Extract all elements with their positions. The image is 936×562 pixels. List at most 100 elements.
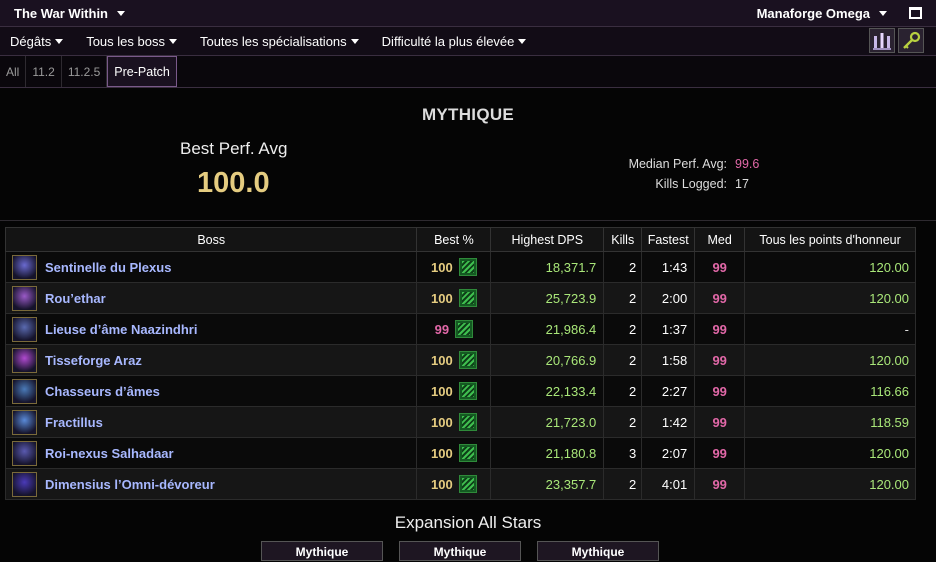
col-dps[interactable]: Highest DPS	[490, 227, 605, 252]
highest-dps: 21,986.4	[490, 313, 605, 345]
allstars-tab[interactable]: Mythique	[261, 541, 383, 561]
honor-points: 116.66	[744, 375, 916, 407]
honor-points: -	[744, 313, 916, 345]
chevron-down-icon	[350, 38, 359, 44]
raid-icon[interactable]	[869, 28, 895, 53]
boss-name-link[interactable]: Chasseurs d’âmes	[45, 384, 160, 399]
table-row[interactable]: Chasseurs d’âmes 100 22,133.4 2 2:27 99 116.66	[4, 375, 916, 407]
table-row[interactable]: Sentinelle du Plexus 100 18,371.7 2 1:43 99 12…	[4, 251, 916, 283]
allstars-tab[interactable]: Mythique	[399, 541, 521, 561]
chevron-down-icon	[879, 10, 887, 16]
boss-cell: Dimensius l’Omni-dévoreur	[4, 468, 418, 500]
boss-cell: Rou’ethar	[4, 282, 418, 314]
boss-name-link[interactable]: Roi-nexus Salhadaar	[45, 446, 174, 461]
median-percent: 99	[694, 313, 746, 345]
boss-name-link[interactable]: Sentinelle du Plexus	[45, 260, 171, 275]
boss-name-link[interactable]: Rou’ethar	[45, 291, 106, 306]
highest-dps: 21,180.8	[490, 437, 605, 469]
report-icon[interactable]	[458, 413, 477, 431]
tab-pre-patch[interactable]: Pre-Patch	[107, 56, 177, 87]
filter-spec[interactable]: Toutes les spécialisations	[200, 34, 359, 49]
filter-boss[interactable]: Tous les boss	[86, 34, 177, 49]
boss-portrait-icon	[12, 378, 37, 404]
kills-value: 17	[735, 177, 749, 191]
table-row[interactable]: Tisseforge Araz 100 20,766.9 2 1:58 99 120.00	[4, 344, 916, 376]
filter-label: Difficulté la plus élevée	[381, 33, 515, 49]
honor-points: 120.00	[744, 344, 916, 376]
report-icon[interactable]	[455, 320, 474, 338]
median-percent: 99	[694, 251, 746, 283]
boss-cell: Chasseurs d’âmes	[4, 375, 418, 407]
chevron-down-icon	[168, 38, 177, 44]
boss-name-link[interactable]: Lieuse d’âme Naazindhri	[45, 322, 197, 337]
table-row[interactable]: Fractillus 100 21,723.0 2 1:42 99 118.59	[4, 406, 916, 438]
best-cell: 100	[416, 437, 492, 469]
best-cell: 100	[416, 282, 492, 314]
table-row[interactable]: Roi-nexus Salhadaar 100 21,180.8 3 2:07 99 120…	[4, 437, 916, 469]
boss-name-link[interactable]: Fractillus	[45, 415, 103, 430]
difficulty-title: MYTHIQUE	[421, 105, 515, 124]
best-percent: 100	[431, 290, 453, 306]
allstars-tab[interactable]: Mythique	[537, 541, 659, 561]
report-icon[interactable]	[458, 289, 477, 307]
boss-cell: Fractillus	[4, 406, 418, 438]
server-dropdown[interactable]: Manaforge Omega	[757, 6, 887, 21]
report-icon[interactable]	[458, 444, 477, 462]
chevron-down-icon	[55, 38, 64, 44]
kills-label: Kills Logged:	[655, 177, 727, 191]
window-toggle-icon[interactable]	[909, 7, 922, 19]
expansion-dropdown[interactable]: The War Within	[14, 5, 126, 21]
col-points[interactable]: Tous les points d'honneur	[744, 227, 916, 252]
median-percent: 99	[694, 437, 746, 469]
key-icon[interactable]	[898, 28, 924, 53]
table-row[interactable]: Lieuse d’âme Naazindhri 99 21,986.4 2 1:37 99…	[4, 313, 916, 345]
boss-name-link[interactable]: Tisseforge Araz	[45, 353, 142, 368]
filter-difficulty[interactable]: Difficulté la plus élevée	[382, 34, 527, 49]
col-fastest[interactable]: Fastest	[641, 227, 696, 252]
filter-bar: Dégâts Tous les boss Toutes les spéciali…	[0, 27, 936, 56]
report-icon[interactable]	[458, 258, 477, 276]
honor-points: 120.00	[744, 282, 916, 314]
best-perf-label: Best Perf. Avg	[180, 139, 288, 158]
highest-dps: 25,723.9	[490, 282, 605, 314]
tab-11-2[interactable]: 11.2	[26, 56, 62, 87]
median-percent: 99	[694, 468, 746, 500]
fastest-time: 4:01	[641, 468, 696, 500]
kills-count: 3	[603, 437, 643, 469]
best-cell: 100	[416, 468, 492, 500]
table-row[interactable]: Rou’ethar 100 25,723.9 2 2:00 99 120.00	[4, 282, 916, 314]
honor-points: 120.00	[744, 468, 916, 500]
filter-metric[interactable]: Dégâts	[10, 33, 64, 49]
tab-all[interactable]: All	[0, 56, 27, 87]
median-percent: 99	[694, 282, 746, 314]
kills-count: 2	[603, 406, 643, 438]
filter-label: Toutes les spécialisations	[199, 33, 347, 49]
report-icon[interactable]	[458, 351, 477, 369]
tab-11-2-5[interactable]: 11.2.5	[62, 56, 108, 87]
best-cell: 100	[416, 406, 492, 438]
best-percent: 100	[431, 259, 453, 275]
col-kills[interactable]: Kills	[603, 227, 643, 252]
chevron-down-icon	[117, 10, 126, 16]
median-percent: 99	[694, 406, 746, 438]
col-med[interactable]: Med	[694, 227, 746, 252]
boss-name-link[interactable]: Dimensius l’Omni-dévoreur	[45, 477, 215, 492]
patch-tabs: All 11.2 11.2.5 Pre-Patch	[0, 56, 936, 88]
report-icon[interactable]	[458, 382, 477, 400]
report-icon[interactable]	[458, 475, 477, 493]
boss-table: Boss Best % Highest DPS Kills Fastest Me…	[4, 227, 916, 500]
filter-label: Dégâts	[10, 33, 52, 49]
boss-cell: Sentinelle du Plexus	[4, 251, 418, 283]
col-best[interactable]: Best %	[416, 227, 492, 252]
expansion-label: The War Within	[14, 5, 109, 21]
median-percent: 99	[694, 344, 746, 376]
highest-dps: 20,766.9	[490, 344, 605, 376]
boss-portrait-icon	[12, 471, 37, 497]
median-percent: 99	[694, 375, 746, 407]
table-row[interactable]: Dimensius l’Omni-dévoreur 100 23,357.7 2 4:0…	[4, 468, 916, 500]
performance-summary: MYTHIQUE Best Perf. Avg 100.0 Median Per…	[0, 88, 936, 221]
col-boss[interactable]: Boss	[4, 227, 418, 252]
boss-portrait-icon	[12, 347, 37, 373]
honor-points: 118.59	[744, 406, 916, 438]
best-cell: 100	[416, 344, 492, 376]
